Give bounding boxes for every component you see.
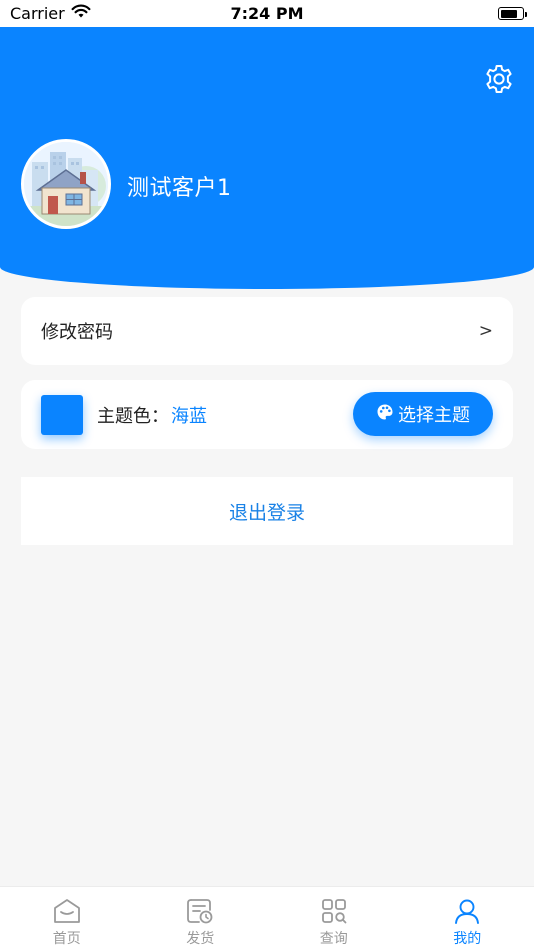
carrier-label: Carrier — [10, 4, 65, 23]
tab-shipment-label: 发货 — [186, 931, 215, 947]
tab-home-label: 首页 — [52, 931, 81, 947]
tab-query-label: 查询 — [319, 931, 348, 947]
theme-label: 主题色： — [97, 405, 169, 427]
theme-color-swatch — [41, 394, 83, 435]
username: 测试客户1 — [127, 176, 232, 201]
home-icon — [52, 896, 82, 926]
profile-header: 测试客户1 — [0, 27, 534, 289]
change-password-label: 修改密码 — [41, 322, 113, 343]
theme-value: 海蓝 — [171, 405, 207, 427]
tab-mine[interactable]: 我的 — [401, 887, 534, 950]
settings-button[interactable] — [482, 64, 516, 98]
gear-icon — [483, 63, 515, 99]
choose-theme-label: 选择主题 — [398, 405, 470, 426]
wifi-icon — [71, 4, 91, 23]
chevron-right-icon: > — [478, 321, 493, 341]
shipment-icon — [185, 896, 215, 926]
tab-mine-label: 我的 — [453, 931, 482, 947]
tab-query[interactable]: 查询 — [267, 887, 401, 950]
query-icon — [319, 896, 349, 926]
palette-icon — [376, 403, 394, 426]
tab-home[interactable]: 首页 — [0, 887, 134, 950]
status-left: Carrier — [10, 4, 91, 23]
tab-bar: 首页 发货 查询 我的 — [0, 886, 534, 950]
logout-label: 退出登录 — [228, 501, 305, 524]
choose-theme-button[interactable]: 选择主题 — [353, 392, 493, 436]
change-password-row[interactable]: 修改密码 > — [21, 297, 513, 365]
theme-row: 主题色： 海蓝 选择主题 — [21, 380, 513, 449]
logout-button[interactable]: 退出登录 — [21, 477, 513, 545]
battery-icon — [498, 7, 527, 20]
house-avatar-illustration — [24, 142, 108, 226]
profile-page: Carrier 7:24 PM 测试客户1 修改密码 > 主题色： 海蓝 选择主… — [0, 0, 534, 950]
status-bar: Carrier 7:24 PM — [0, 0, 534, 27]
avatar[interactable] — [21, 139, 111, 229]
user-icon — [452, 896, 482, 926]
tab-shipment[interactable]: 发货 — [134, 887, 268, 950]
